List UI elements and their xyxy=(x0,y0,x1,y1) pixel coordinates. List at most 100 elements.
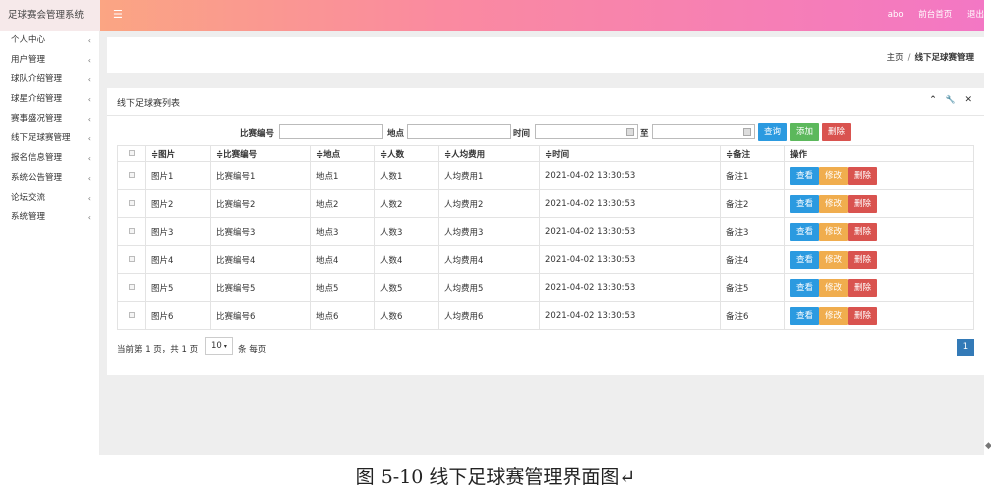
view-button[interactable]: 查看 xyxy=(790,194,819,213)
sidebar-item-label: 赛事盛况管理 xyxy=(11,113,63,124)
col-fee[interactable]: ≑人均费用 xyxy=(438,145,540,162)
sidebar-item-personal-center[interactable]: 个人中心 ‹ xyxy=(0,31,99,51)
place-input[interactable] xyxy=(407,124,511,139)
start-time-input[interactable] xyxy=(535,124,638,139)
view-button[interactable]: 查看 xyxy=(790,306,819,325)
col-count[interactable]: ≑人数 xyxy=(374,145,439,162)
logout-link[interactable]: 退出 xyxy=(967,10,984,20)
delete-button[interactable]: 删除 xyxy=(848,166,877,185)
sidebar-item-label: 用户管理 xyxy=(11,54,46,65)
end-time-input[interactable] xyxy=(652,124,755,139)
sidebar-item-label: 报名信息管理 xyxy=(11,153,63,164)
view-button[interactable]: 查看 xyxy=(790,222,819,241)
table-row: 图片6 比赛编号6 地点6 人数6 人均费用6 2021-04-02 13:30… xyxy=(117,301,974,330)
bulk-delete-button[interactable]: 删除 xyxy=(822,123,851,141)
checkbox-icon xyxy=(128,172,135,178)
edit-button[interactable]: 修改 xyxy=(819,306,848,325)
cell-match-no: 比赛编号6 xyxy=(210,301,311,330)
table-row: 图片2 比赛编号2 地点2 人数2 人均费用2 2021-04-02 13:30… xyxy=(117,189,974,218)
cell-ops: 查看 修改 删除 xyxy=(784,245,974,274)
page-size-select[interactable]: 10 ▾ xyxy=(205,337,233,355)
delete-button[interactable]: 删除 xyxy=(848,278,877,297)
collapse-icon[interactable]: ⌃ xyxy=(929,95,937,105)
breadcrumb-current: 线下足球赛管理 xyxy=(914,53,974,63)
delete-button[interactable]: 删除 xyxy=(848,306,877,325)
panel-tools: ⌃ 🔧 ✕ xyxy=(923,95,972,105)
sidebar-item-events[interactable]: 赛事盛况管理 ‹ xyxy=(0,110,99,130)
breadcrumb-home[interactable]: 主页 xyxy=(887,53,904,63)
col-ops: 操作 xyxy=(784,145,974,162)
row-checkbox[interactable] xyxy=(117,189,146,218)
table-row: 图片4 比赛编号4 地点4 人数4 人均费用4 2021-04-02 13:30… xyxy=(117,245,974,274)
sidebar-item-label: 论坛交流 xyxy=(11,192,46,203)
cell-count: 人数3 xyxy=(374,217,439,246)
row-checkbox[interactable] xyxy=(117,161,146,190)
sidebar-item-users[interactable]: 用户管理 ‹ xyxy=(0,51,99,71)
delete-button[interactable]: 删除 xyxy=(848,194,877,213)
col-place[interactable]: ≑地点 xyxy=(310,145,375,162)
sidebar-item-announcements[interactable]: 系统公告管理 ‹ xyxy=(0,169,99,189)
cell-fee: 人均费用4 xyxy=(438,245,540,274)
cell-image: 图片1 xyxy=(145,161,211,190)
row-checkbox[interactable] xyxy=(117,217,146,246)
sidebar-item-system[interactable]: 系统管理 ‹ xyxy=(0,208,99,228)
close-icon[interactable]: ✕ xyxy=(964,95,972,105)
menu-toggle-icon[interactable]: ☰ xyxy=(113,8,123,21)
cell-image: 图片5 xyxy=(145,273,211,302)
select-all-checkbox[interactable] xyxy=(117,145,146,162)
view-button[interactable]: 查看 xyxy=(790,250,819,269)
cell-fee: 人均费用6 xyxy=(438,301,540,330)
page-button-current[interactable]: 1 xyxy=(957,339,974,356)
view-button[interactable]: 查看 xyxy=(790,278,819,297)
row-checkbox[interactable] xyxy=(117,245,146,274)
col-note[interactable]: ≑备注 xyxy=(720,145,785,162)
cell-fee: 人均费用3 xyxy=(438,217,540,246)
cell-match-no: 比赛编号1 xyxy=(210,161,311,190)
checkbox-icon xyxy=(128,284,135,290)
edit-button[interactable]: 修改 xyxy=(819,194,848,213)
sidebar-item-teams[interactable]: 球队介绍管理 ‹ xyxy=(0,70,99,90)
cell-place: 地点3 xyxy=(310,217,375,246)
sidebar-item-forum[interactable]: 论坛交流 ‹ xyxy=(0,189,99,209)
cell-fee: 人均费用5 xyxy=(438,273,540,302)
add-button[interactable]: 添加 xyxy=(790,123,819,141)
match-no-label: 比赛编号 xyxy=(240,129,275,139)
sidebar-item-registrations[interactable]: 报名信息管理 ‹ xyxy=(0,149,99,169)
view-button[interactable]: 查看 xyxy=(790,166,819,185)
edit-button[interactable]: 修改 xyxy=(819,166,848,185)
sidebar-item-stars[interactable]: 球星介绍管理 ‹ xyxy=(0,90,99,110)
front-page-link[interactable]: 前台首页 xyxy=(918,10,952,20)
row-checkbox[interactable] xyxy=(117,273,146,302)
cell-note: 备注2 xyxy=(720,189,785,218)
delete-button[interactable]: 删除 xyxy=(848,250,877,269)
breadcrumb-separator: / xyxy=(907,53,911,63)
cell-count: 人数6 xyxy=(374,301,439,330)
col-image[interactable]: ≑图片 xyxy=(145,145,211,162)
cell-image: 图片6 xyxy=(145,301,211,330)
wrench-icon[interactable]: 🔧 xyxy=(946,95,956,104)
cell-note: 备注5 xyxy=(720,273,785,302)
cell-time: 2021-04-02 13:30:53 xyxy=(539,301,721,330)
col-time[interactable]: ≑时间 xyxy=(539,145,721,162)
to-label: 至 xyxy=(640,129,649,139)
cell-match-no: 比赛编号3 xyxy=(210,217,311,246)
edit-button[interactable]: 修改 xyxy=(819,222,848,241)
cell-match-no: 比赛编号2 xyxy=(210,189,311,218)
sidebar-item-offline-matches[interactable]: 线下足球赛管理 ‹ xyxy=(0,129,99,149)
cell-image: 图片4 xyxy=(145,245,211,274)
delete-button[interactable]: 删除 xyxy=(848,222,877,241)
edit-button[interactable]: 修改 xyxy=(819,250,848,269)
match-no-input[interactable] xyxy=(279,124,383,139)
edit-button[interactable]: 修改 xyxy=(819,278,848,297)
chevron-left-icon: ‹ xyxy=(87,95,91,105)
cell-time: 2021-04-02 13:30:53 xyxy=(539,189,721,218)
figure-caption: 图 5-10 线下足球赛管理界面图↵ xyxy=(355,466,636,488)
user-name: abo xyxy=(887,10,904,20)
cell-count: 人数2 xyxy=(374,189,439,218)
cell-fee: 人均费用1 xyxy=(438,161,540,190)
search-button[interactable]: 查询 xyxy=(758,123,787,141)
row-checkbox[interactable] xyxy=(117,301,146,330)
col-match-no[interactable]: ≑比赛编号 xyxy=(210,145,311,162)
cell-place: 地点2 xyxy=(310,189,375,218)
cell-image: 图片2 xyxy=(145,189,211,218)
